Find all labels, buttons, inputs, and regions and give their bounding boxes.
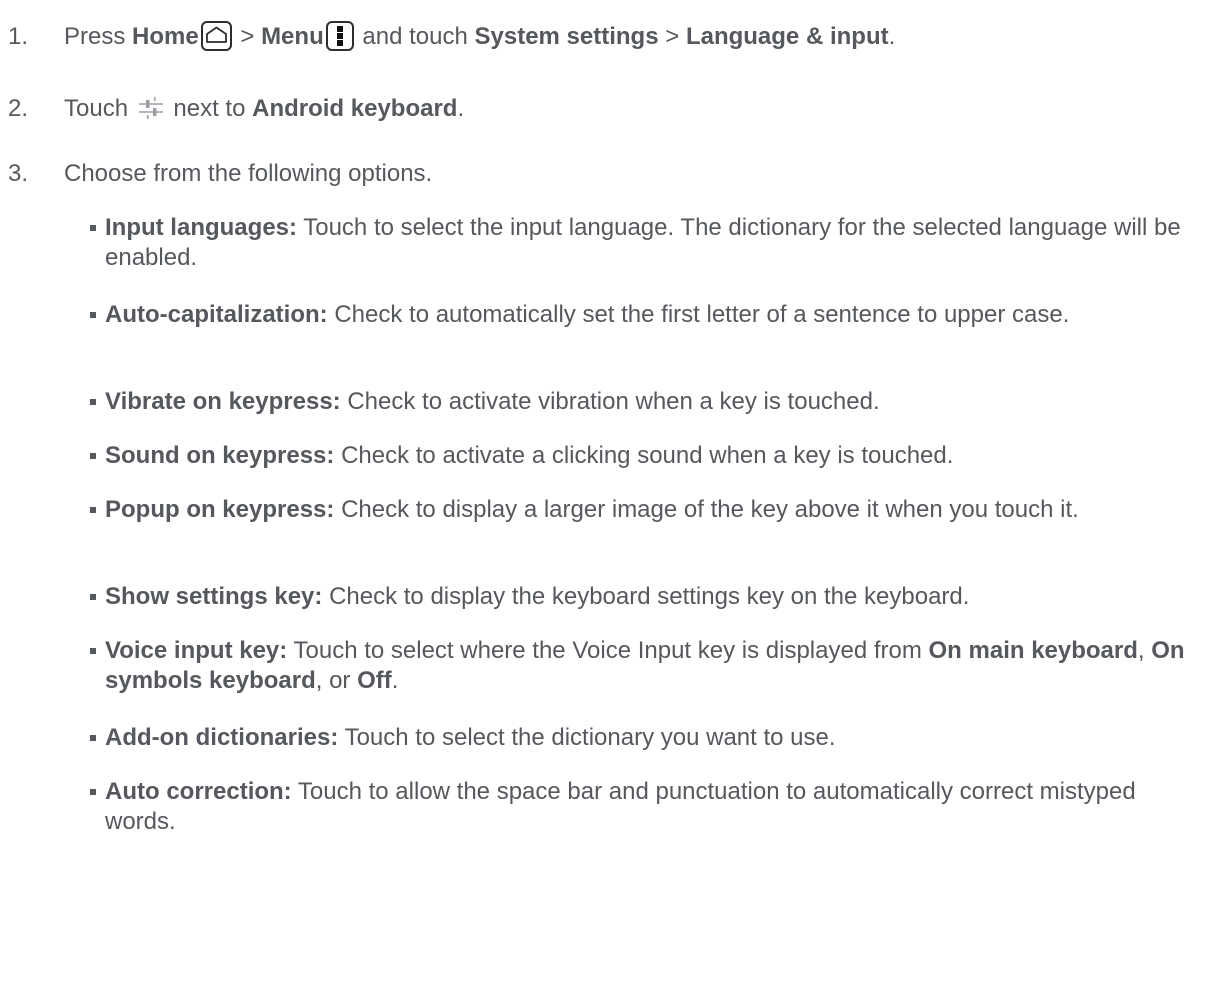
- option-term: Popup on keypress:: [105, 496, 335, 523]
- option-desc: Check to display the keyboard settings k…: [329, 583, 970, 610]
- step-text-part: .: [888, 23, 896, 50]
- option-text: Popup on keypress: Check to display a la…: [105, 495, 1200, 525]
- step-text: Touch next to Android keyboard.: [64, 94, 464, 124]
- option-desc: Check to activate a clicking sound when …: [341, 442, 954, 469]
- option-term: Auto correction:: [105, 778, 292, 805]
- option-text: Auto-capitalization: Check to automatica…: [105, 300, 1200, 330]
- option-text: Show settings key: Check to display the …: [105, 582, 1200, 612]
- option-desc: Touch to select the dictionary you want …: [344, 724, 836, 751]
- step-number: 3.: [8, 160, 29, 187]
- sliders-settings-icon: [138, 96, 164, 120]
- option-term: Add-on dictionaries:: [105, 724, 339, 751]
- step-text: Press Home > Menu and touch System setti…: [64, 20, 896, 53]
- step-text-part: >: [233, 23, 262, 50]
- home-key-icon: [200, 20, 232, 51]
- menu-label: Menu: [261, 23, 324, 50]
- bullet-mark: [90, 225, 96, 231]
- step-text-part: and touch: [355, 23, 475, 50]
- step-text-part: Touch: [64, 95, 135, 122]
- step-text-part: next to: [166, 95, 253, 122]
- system-settings-label: System settings: [474, 23, 659, 50]
- bullet-mark: [90, 789, 96, 795]
- option-term: Show settings key:: [105, 583, 323, 610]
- option-term: Input languages:: [105, 214, 297, 241]
- bullet-mark: [90, 735, 96, 741]
- step-text-part: >: [658, 23, 686, 50]
- option-term: Auto-capitalization:: [105, 301, 328, 328]
- option-term: Vibrate on keypress:: [105, 388, 341, 415]
- bullet-mark: [90, 594, 96, 600]
- step-number: 1.: [8, 23, 29, 50]
- bullet-mark: [90, 453, 96, 459]
- android-keyboard-label: Android keyboard: [252, 95, 458, 122]
- option-desc: Check to activate vibration when a key i…: [347, 388, 880, 415]
- step-text-part: Press: [64, 23, 133, 50]
- bullet-mark: [90, 507, 96, 513]
- language-input-label: Language & input: [685, 23, 889, 50]
- option-choice: Off: [357, 667, 392, 694]
- bullet-mark: [90, 648, 96, 654]
- step-text-part: .: [457, 95, 465, 122]
- option-desc: Touch to select where the Voice Input ke…: [293, 637, 929, 664]
- bullet-mark: [90, 312, 96, 318]
- menu-key-icon: [325, 20, 354, 51]
- option-desc: Check to automatically set the first let…: [334, 301, 1070, 328]
- option-choice: On main keyboard: [928, 637, 1138, 664]
- option-text: Input languages: Touch to select the inp…: [105, 213, 1200, 273]
- option-desc: Check to display a larger image of the k…: [341, 496, 1079, 523]
- option-text: Add-on dictionaries: Touch to select the…: [105, 723, 1200, 753]
- home-label: Home: [132, 23, 199, 50]
- step-number: 2.: [8, 95, 29, 122]
- option-text: Vibrate on keypress: Check to activate v…: [105, 387, 1200, 417]
- bullet-mark: [90, 399, 96, 405]
- option-text: Sound on keypress: Check to activate a c…: [105, 441, 1200, 471]
- option-text: Voice input key: Touch to select where t…: [105, 636, 1200, 696]
- option-term: Voice input key:: [105, 637, 288, 664]
- step-text: Choose from the following options.: [64, 160, 433, 187]
- option-separator: ,: [1137, 637, 1152, 664]
- option-term: Sound on keypress:: [105, 442, 335, 469]
- option-text: Auto correction: Touch to allow the spac…: [105, 777, 1200, 837]
- option-separator: , or: [315, 667, 358, 694]
- option-separator: .: [391, 667, 399, 694]
